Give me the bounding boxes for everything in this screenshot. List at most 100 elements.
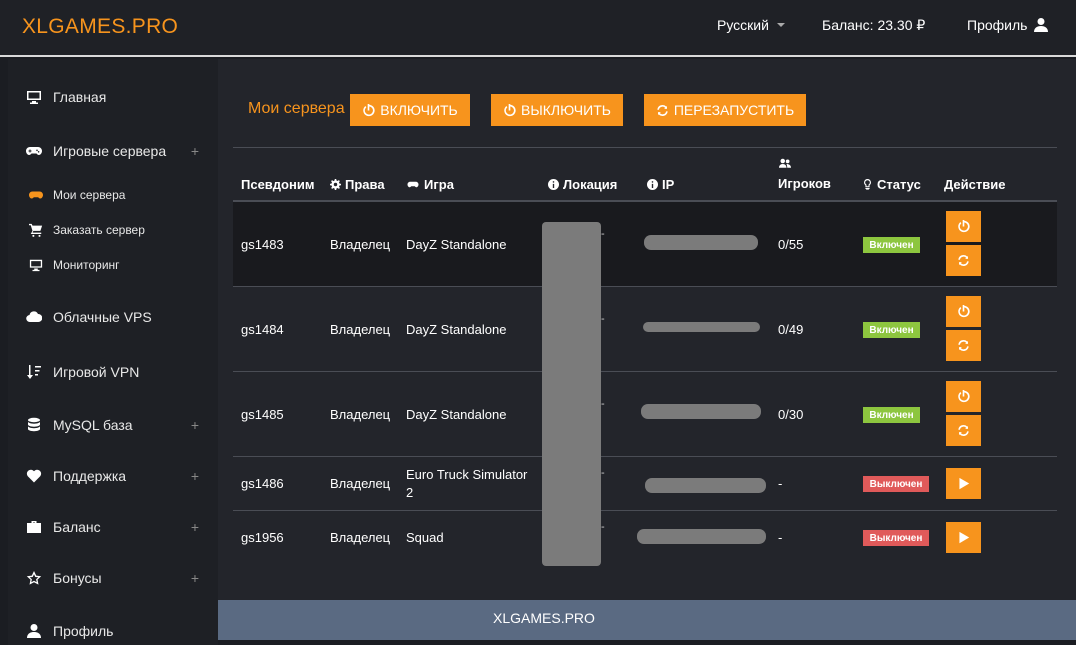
server-alias[interactable]: gs1483 (241, 237, 284, 252)
sidebar-subitem-label: Мониторинг (53, 258, 120, 272)
sidebar-item-label: Поддержка (53, 468, 127, 484)
status-badge: Включен (863, 322, 920, 338)
server-rights: Владелец (330, 237, 391, 252)
expand-plus-icon[interactable]: + (191, 143, 199, 159)
sidebar-item-label: Облачные VPS (53, 309, 152, 325)
site-logo[interactable]: XLGAMES.PRO (22, 15, 178, 39)
sidebar-item-label: Бонусы (53, 570, 102, 586)
sidebar-item-home[interactable]: Главная (25, 89, 205, 105)
expand-plus-icon[interactable]: + (191, 468, 199, 484)
sidebar-item-mysql[interactable]: MySQL база + (25, 417, 205, 433)
page-title: Мои сервера (248, 100, 345, 117)
sidebar-item-label: Баланс (53, 519, 101, 535)
server-ip-redacted (644, 235, 758, 250)
expand-plus-icon[interactable]: + (191, 570, 199, 586)
status-badge: Выключен (863, 476, 929, 492)
refresh-icon (657, 104, 668, 116)
column-header-alias: Псевдоним (241, 177, 314, 192)
power-on-all-button[interactable]: ВКЛЮЧИТЬ (350, 94, 470, 126)
table-row: gs1485 Владелец DayZ Standalone - 0/30 В… (233, 372, 1057, 457)
restart-button[interactable] (946, 330, 981, 361)
info-icon (647, 179, 658, 190)
language-selector[interactable]: Русский (717, 17, 785, 33)
sidebar-item-label: Игровой VPN (53, 364, 140, 380)
column-header-location: Локация (548, 177, 617, 192)
sidebar-item-balance[interactable]: Баланс + (25, 519, 205, 535)
server-alias[interactable]: gs1484 (241, 322, 284, 337)
gamepad-icon (25, 143, 43, 159)
column-label: IP (662, 177, 675, 192)
power-button[interactable] (946, 211, 981, 242)
server-game: DayZ Standalone (406, 407, 507, 422)
power-button[interactable] (946, 381, 981, 412)
server-alias[interactable]: gs1485 (241, 407, 284, 422)
sidebar-item-game-servers[interactable]: Игровые сервера + (25, 143, 205, 159)
sidebar-subitem-order-server[interactable]: Заказать сервер (27, 222, 145, 238)
power-icon (958, 390, 970, 403)
column-label: Статус (877, 177, 921, 192)
sidebar-subitem-my-servers[interactable]: Мои сервера (27, 187, 125, 203)
location-redacted (542, 222, 601, 566)
top-bar: XLGAMES.PRO Русский Баланс: 23.30 ₽ Проф… (0, 0, 1076, 57)
sidebar-item-game-vpn[interactable]: Игровой VPN (25, 364, 205, 380)
start-button[interactable] (946, 522, 981, 553)
button-label: ВКЛЮЧИТЬ (380, 102, 458, 118)
sort-icon (25, 364, 43, 380)
server-alias[interactable]: gs1956 (241, 530, 284, 545)
restart-button[interactable] (946, 245, 981, 276)
server-rights: Владелец (330, 407, 391, 422)
refresh-icon (958, 340, 969, 351)
monitor-icon (25, 89, 43, 105)
footer: XLGAMES.PRO (218, 600, 1076, 640)
info-icon (548, 179, 559, 190)
column-label: Псевдоним (241, 177, 315, 192)
sidebar-item-label: MySQL база (53, 417, 133, 433)
sidebar: Главная Игровые сервера + Мои сервера За… (8, 59, 218, 645)
server-location: - (601, 521, 605, 533)
server-location: - (601, 228, 605, 240)
column-header-game: Игра (406, 177, 454, 192)
server-game: Squad (406, 530, 444, 545)
user-icon (1032, 17, 1050, 33)
sidebar-item-profile[interactable]: Профиль (25, 623, 205, 639)
users-icon (779, 158, 791, 168)
play-icon (959, 531, 970, 544)
start-button[interactable] (946, 468, 981, 499)
gear-icon (330, 179, 341, 190)
sidebar-subitem-monitoring[interactable]: Мониторинг (27, 257, 120, 273)
sidebar-item-cloud-vps[interactable]: Облачные VPS (25, 309, 205, 325)
server-rights: Владелец (330, 476, 391, 491)
server-game: Euro Truck Simulator 2 (406, 467, 528, 500)
button-label: ВЫКЛЮЧИТЬ (521, 102, 611, 118)
column-label: Игроков (778, 176, 831, 191)
balance-display[interactable]: Баланс: 23.30 ₽ (822, 17, 925, 34)
sidebar-item-label: Профиль (53, 623, 114, 639)
sidebar-item-bonuses[interactable]: Бонусы + (25, 570, 205, 586)
sidebar-item-support[interactable]: Поддержка + (25, 468, 205, 484)
column-label: Локация (563, 177, 618, 192)
server-location: - (601, 398, 605, 410)
server-ip-redacted (643, 322, 760, 332)
power-button[interactable] (946, 296, 981, 327)
power-off-all-button[interactable]: ВЫКЛЮЧИТЬ (491, 94, 623, 126)
restart-all-button[interactable]: ПЕРЕЗАПУСТИТЬ (644, 94, 806, 126)
profile-link[interactable]: Профиль (967, 17, 1050, 33)
user-icon (25, 623, 43, 639)
server-players: 0/49 (778, 322, 804, 337)
server-rights: Владелец (330, 322, 391, 337)
server-players: - (778, 476, 783, 491)
server-game: DayZ Standalone (406, 322, 507, 337)
refresh-icon (958, 255, 969, 266)
button-label: ПЕРЕЗАПУСТИТЬ (673, 102, 795, 118)
profile-label: Профиль (967, 17, 1028, 33)
expand-plus-icon[interactable]: + (191, 417, 199, 433)
cart-icon (27, 222, 45, 238)
restart-button[interactable] (946, 415, 981, 446)
server-alias[interactable]: gs1486 (241, 476, 284, 491)
server-players: - (778, 530, 783, 545)
server-game: DayZ Standalone (406, 237, 507, 252)
expand-plus-icon[interactable]: + (191, 519, 199, 535)
server-location: - (601, 313, 605, 325)
table-row: gs1484 Владелец DayZ Standalone - 0/49 В… (233, 287, 1057, 372)
footer-text: XLGAMES.PRO (493, 610, 595, 626)
